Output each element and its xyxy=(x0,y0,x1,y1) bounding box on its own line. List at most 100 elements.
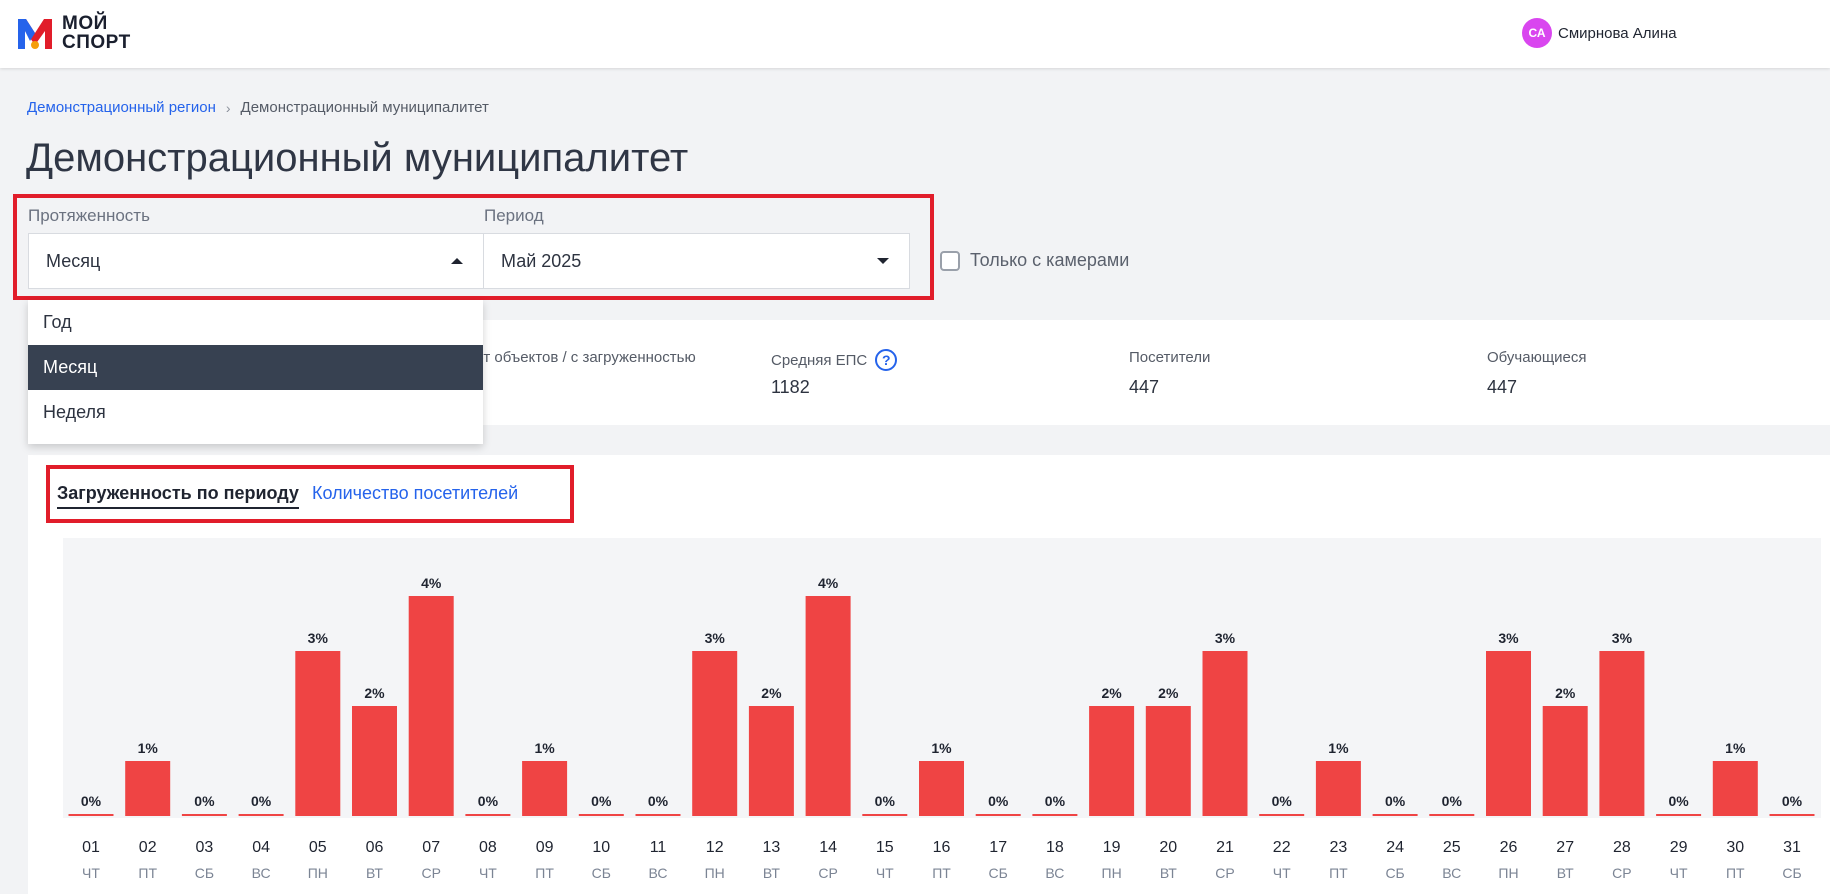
chart-x-tick-label: 21 xyxy=(1216,839,1234,856)
chart-bar-14[interactable] xyxy=(805,596,851,816)
chart-data-label: 0% xyxy=(648,793,669,809)
chart-bar-21[interactable] xyxy=(1202,651,1248,816)
chart-x-tick-label: 23 xyxy=(1330,839,1348,856)
chart-x-tick-label: 19 xyxy=(1103,839,1121,856)
chart-data-label: 1% xyxy=(1725,740,1746,756)
chart-x-weekday-label: СР xyxy=(818,865,837,881)
chart-bar-07[interactable] xyxy=(408,596,454,816)
chart-x-weekday-label: ВТ xyxy=(1160,865,1177,881)
chart-bar-26[interactable] xyxy=(1486,651,1531,816)
chart-x-weekday-label: ВТ xyxy=(1557,865,1574,881)
chart-data-label: 3% xyxy=(1498,630,1519,646)
chart-x-weekday-label: СБ xyxy=(592,865,611,881)
chart-x-weekday-label: ПТ xyxy=(535,865,554,881)
chart-x-tick-label: 02 xyxy=(139,839,157,856)
chart-bar-27[interactable] xyxy=(1542,706,1588,816)
length-dropdown-menu: Год Месяц Неделя xyxy=(28,300,483,444)
chart-data-label: 0% xyxy=(1272,793,1293,809)
chart-data-label: 0% xyxy=(1668,793,1689,809)
chart-x-weekday-label: ПТ xyxy=(932,865,951,881)
chart-data-label: 3% xyxy=(1215,630,1236,646)
chart-bar-02[interactable] xyxy=(125,761,171,816)
chart-x-weekday-label: ВС xyxy=(1442,865,1461,881)
chart-x-weekday-label: ПН xyxy=(308,865,328,881)
chart-x-tick-label: 17 xyxy=(989,839,1007,856)
chart-x-tick-label: 12 xyxy=(706,839,724,856)
chart-data-label: 0% xyxy=(591,793,612,809)
chart-data-label: 3% xyxy=(705,630,726,646)
chart-x-weekday-label: СР xyxy=(1612,865,1631,881)
chart-x-tick-label: 28 xyxy=(1613,839,1631,856)
chart-data-label: 2% xyxy=(364,685,385,701)
chart-bar-25[interactable] xyxy=(1429,814,1475,816)
chart-x-tick-label: 25 xyxy=(1443,839,1461,856)
dropdown-option-year[interactable]: Год xyxy=(28,300,483,345)
chart-data-label: 3% xyxy=(308,630,329,646)
chart-data-label: 0% xyxy=(1442,793,1463,809)
chart-bar-23[interactable] xyxy=(1315,761,1361,816)
chart-bar-31[interactable] xyxy=(1769,814,1815,816)
chart-bar-20[interactable] xyxy=(1145,706,1191,816)
chart-data-label: 1% xyxy=(931,740,952,756)
chart-bar-28[interactable] xyxy=(1599,651,1645,816)
dropdown-option-month[interactable]: Месяц xyxy=(28,345,483,390)
chart-data-label: 0% xyxy=(988,793,1009,809)
chart-x-weekday-label: СБ xyxy=(1782,865,1801,881)
chart-bar-17[interactable] xyxy=(975,814,1021,816)
chart-bar-04[interactable] xyxy=(238,814,284,816)
chart-x-tick-label: 16 xyxy=(933,839,951,856)
chart-bar-16[interactable] xyxy=(919,761,964,816)
chart-data-label: 0% xyxy=(875,793,896,809)
chart-x-weekday-label: ПН xyxy=(1498,865,1518,881)
chart-bar-13[interactable] xyxy=(748,706,794,816)
chart-x-weekday-label: ВС xyxy=(1045,865,1064,881)
chart-data-label: 0% xyxy=(1782,793,1803,809)
chart-data-label: 0% xyxy=(1045,793,1066,809)
chart-x-tick-label: 01 xyxy=(82,839,100,856)
chart-x-tick-label: 18 xyxy=(1046,839,1064,856)
chart-x-weekday-label: СБ xyxy=(195,865,214,881)
chart-x-weekday-label: ВС xyxy=(252,865,271,881)
chart-x-weekday-label: ЧТ xyxy=(82,865,100,881)
chart-x-tick-label: 05 xyxy=(309,839,327,856)
chart-x-weekday-label: ЧТ xyxy=(479,865,497,881)
chart-x-tick-label: 10 xyxy=(592,839,610,856)
chart-x-tick-label: 29 xyxy=(1670,839,1688,856)
chart-bar-03[interactable] xyxy=(181,814,227,816)
dropdown-option-week[interactable]: Неделя xyxy=(28,390,483,435)
chart-x-tick-label: 09 xyxy=(536,839,554,856)
chart-bar-30[interactable] xyxy=(1712,761,1758,816)
chart-bar-09[interactable] xyxy=(522,761,568,816)
chart-x-tick-label: 04 xyxy=(252,839,270,856)
chart-data-label: 0% xyxy=(194,793,215,809)
chart-x-tick-label: 26 xyxy=(1500,839,1518,856)
chart-bar-06[interactable] xyxy=(352,706,397,816)
chart-bar-08[interactable] xyxy=(465,814,511,816)
chart-bar-15[interactable] xyxy=(862,814,908,816)
chart-data-label: 2% xyxy=(1158,685,1179,701)
chart-bar-10[interactable] xyxy=(578,814,624,816)
chart-data-label: 2% xyxy=(1555,685,1576,701)
chart-bar-05[interactable] xyxy=(295,651,341,816)
chart-x-tick-label: 13 xyxy=(763,839,781,856)
chart-data-label: 1% xyxy=(534,740,555,756)
chart-bar-29[interactable] xyxy=(1656,814,1702,816)
chart-bar-22[interactable] xyxy=(1259,814,1305,816)
chart-bar-24[interactable] xyxy=(1372,814,1418,816)
load-bar-chart: 0% 01 ЧТ 1% 02 ПТ 0% 03 СБ 0% 04 ВС 3% 05 ПН 2% 06 ВТ 4% 07… xyxy=(68,575,1815,881)
chart-x-tick-label: 07 xyxy=(422,839,440,856)
chart-bar-18[interactable] xyxy=(1032,814,1078,816)
chart-bar-19[interactable] xyxy=(1089,706,1135,816)
chart-x-weekday-label: ПТ xyxy=(1726,865,1745,881)
chart-data-label: 0% xyxy=(1385,793,1406,809)
chart-x-tick-label: 06 xyxy=(366,839,384,856)
chart-bar-01[interactable] xyxy=(68,814,114,816)
chart-x-weekday-label: ВТ xyxy=(366,865,383,881)
chart-bar-11[interactable] xyxy=(635,814,681,816)
chart-data-label: 3% xyxy=(1612,630,1633,646)
chart-x-tick-label: 15 xyxy=(876,839,894,856)
chart-bar-12[interactable] xyxy=(692,651,738,816)
chart-x-weekday-label: ВС xyxy=(649,865,668,881)
chart-x-weekday-label: СР xyxy=(1215,865,1234,881)
chart-x-tick-label: 22 xyxy=(1273,839,1291,856)
